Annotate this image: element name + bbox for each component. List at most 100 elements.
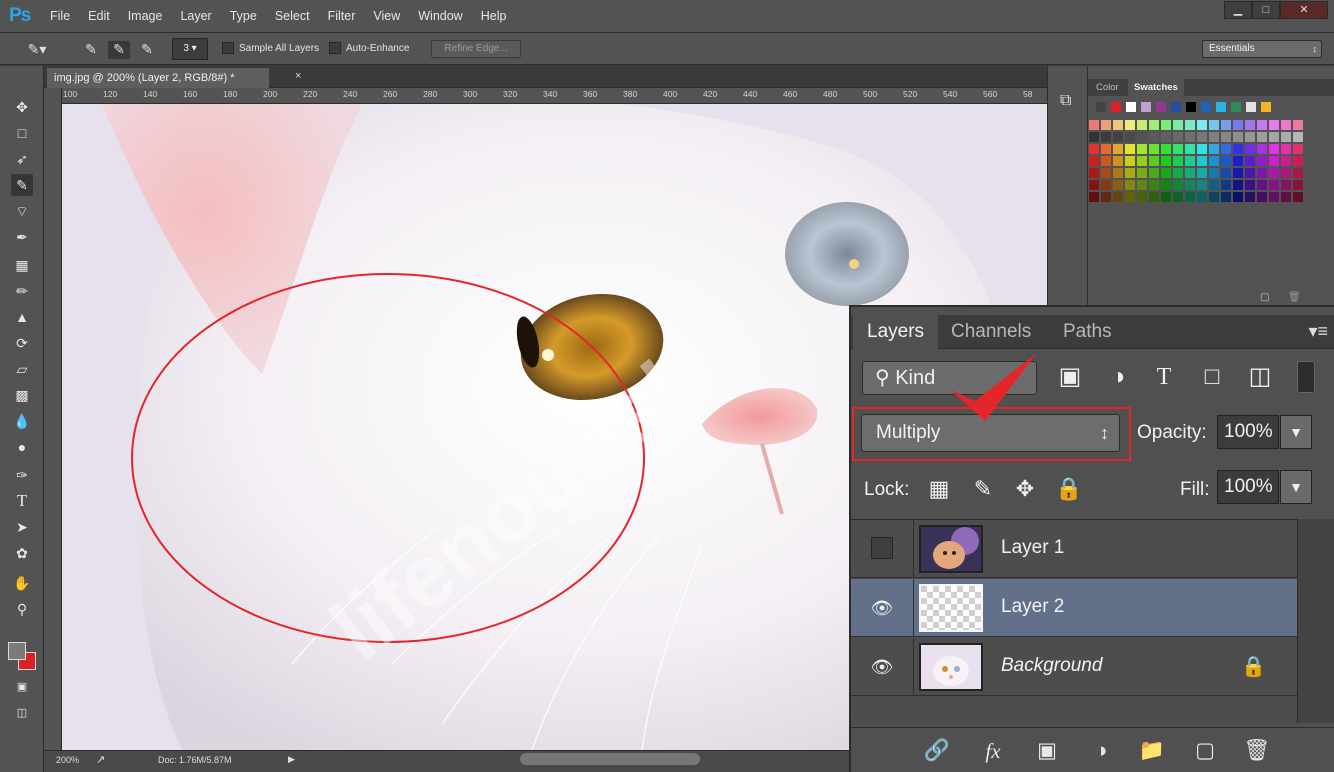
tab-color[interactable]: Color <box>1090 79 1125 96</box>
swatch[interactable] <box>1161 192 1171 202</box>
menu-image[interactable]: Image <box>128 9 163 23</box>
workspace-select[interactable]: Essentials <box>1202 40 1322 58</box>
swatch[interactable] <box>1269 192 1279 202</box>
swatch[interactable] <box>1137 132 1147 142</box>
quick-selection-tool-icon[interactable]: ✎ <box>11 174 33 196</box>
lock-position-icon[interactable]: ✥ <box>1011 475 1039 503</box>
swatch[interactable] <box>1233 180 1243 190</box>
swatch[interactable] <box>1257 144 1267 154</box>
menu-file[interactable]: File <box>50 9 70 23</box>
swatch[interactable] <box>1149 144 1159 154</box>
swatch[interactable] <box>1156 102 1166 112</box>
swatch[interactable] <box>1137 156 1147 166</box>
swatch[interactable] <box>1245 156 1255 166</box>
swatch[interactable] <box>1089 180 1099 190</box>
swatch[interactable] <box>1173 156 1183 166</box>
quick-mask-icon[interactable]: ▣ <box>11 676 33 698</box>
layers-scrollbar[interactable] <box>1297 519 1334 723</box>
layer-row-background[interactable]: 👁 Background 🔒 <box>851 638 1297 696</box>
swatch[interactable] <box>1173 192 1183 202</box>
swatch[interactable] <box>1125 120 1135 130</box>
filter-adjustment-icon[interactable]: ◑ <box>1102 361 1134 393</box>
layer-name[interactable]: Background <box>1001 655 1102 677</box>
close-window-button[interactable]: ✕ <box>1280 1 1328 19</box>
filter-smart-object-icon[interactable]: ◫ <box>1244 361 1276 393</box>
swatch[interactable] <box>1221 168 1231 178</box>
swatch[interactable] <box>1149 192 1159 202</box>
sample-all-layers-checkbox[interactable]: Sample All Layers <box>222 42 319 54</box>
delete-swatch-icon[interactable]: 🗑 <box>1288 292 1301 303</box>
swatch[interactable] <box>1233 168 1243 178</box>
swatch[interactable] <box>1293 144 1303 154</box>
crop-tool-icon[interactable]: ⌔ <box>11 200 33 222</box>
swatch[interactable] <box>1161 168 1171 178</box>
swatch[interactable] <box>1245 192 1255 202</box>
swatch[interactable] <box>1221 192 1231 202</box>
healing-brush-tool-icon[interactable]: ▦ <box>11 254 33 276</box>
maximize-button[interactable]: □ <box>1252 1 1280 19</box>
swatch[interactable] <box>1113 156 1123 166</box>
swatch[interactable] <box>1269 120 1279 130</box>
brush-tool-icon[interactable]: ✏ <box>11 280 33 302</box>
zoom-level[interactable]: 200% <box>56 755 79 765</box>
history-panel-icon[interactable]: ⧉ <box>1060 92 1071 110</box>
marquee-tool-icon[interactable]: □ <box>11 122 33 144</box>
foreground-color-swatch[interactable] <box>8 642 26 660</box>
swatch[interactable] <box>1257 120 1267 130</box>
swatch[interactable] <box>1269 156 1279 166</box>
swatch[interactable] <box>1173 132 1183 142</box>
swatch[interactable] <box>1185 144 1195 154</box>
zoom-tool-icon[interactable]: ⚲ <box>11 598 33 620</box>
swatch[interactable] <box>1257 192 1267 202</box>
tab-swatches[interactable]: Swatches <box>1128 79 1184 96</box>
swatch[interactable] <box>1137 192 1147 202</box>
swatch[interactable] <box>1101 168 1111 178</box>
swatch[interactable] <box>1173 168 1183 178</box>
swatch[interactable] <box>1281 132 1291 142</box>
swatch[interactable] <box>1216 102 1226 112</box>
gradient-tool-icon[interactable]: ▩ <box>11 384 33 406</box>
swatch[interactable] <box>1113 192 1123 202</box>
swatch[interactable] <box>1233 156 1243 166</box>
swatch[interactable] <box>1269 180 1279 190</box>
swatch[interactable] <box>1281 120 1291 130</box>
swatch[interactable] <box>1197 180 1207 190</box>
swatch[interactable] <box>1126 102 1136 112</box>
swatch[interactable] <box>1173 120 1183 130</box>
fill-input[interactable]: 100% <box>1217 470 1279 504</box>
tab-paths[interactable]: Paths <box>1049 315 1126 349</box>
swatch[interactable] <box>1245 180 1255 190</box>
checkbox-box[interactable] <box>222 42 234 54</box>
adjustment-icon[interactable]: ◑ <box>1085 736 1117 766</box>
swatch[interactable] <box>1209 192 1219 202</box>
swatch[interactable] <box>1281 180 1291 190</box>
swatch[interactable] <box>1281 192 1291 202</box>
quick-selection-preset-icon[interactable]: ✎▾ <box>26 41 48 59</box>
swatch[interactable] <box>1221 144 1231 154</box>
path-selection-tool-icon[interactable]: ➤ <box>11 516 33 538</box>
menu-view[interactable]: View <box>373 9 400 23</box>
swatch[interactable] <box>1221 156 1231 166</box>
swatch[interactable] <box>1141 102 1151 112</box>
menu-layer[interactable]: Layer <box>180 9 211 23</box>
swatch[interactable] <box>1209 132 1219 142</box>
swatch[interactable] <box>1245 120 1255 130</box>
document-tab[interactable]: img.jpg @ 200% (Layer 2, RGB/8#) * <box>47 68 269 88</box>
swatch[interactable] <box>1149 180 1159 190</box>
swatch[interactable] <box>1089 120 1099 130</box>
swatch[interactable] <box>1233 132 1243 142</box>
swatch[interactable] <box>1269 168 1279 178</box>
swatch[interactable] <box>1161 120 1171 130</box>
swatch[interactable] <box>1161 156 1171 166</box>
tab-channels[interactable]: Channels <box>937 315 1045 349</box>
swatch[interactable] <box>1233 192 1243 202</box>
layer-row-layer-2[interactable]: 👁 Layer 2 <box>851 579 1297 637</box>
swatch[interactable] <box>1281 156 1291 166</box>
swatch[interactable] <box>1111 102 1121 112</box>
swatch[interactable] <box>1149 156 1159 166</box>
swatch[interactable] <box>1161 180 1171 190</box>
tab-layers[interactable]: Layers <box>853 315 939 349</box>
swatch[interactable] <box>1269 132 1279 142</box>
auto-enhance-checkbox[interactable]: Auto-Enhance <box>329 42 409 54</box>
swatch[interactable] <box>1233 144 1243 154</box>
